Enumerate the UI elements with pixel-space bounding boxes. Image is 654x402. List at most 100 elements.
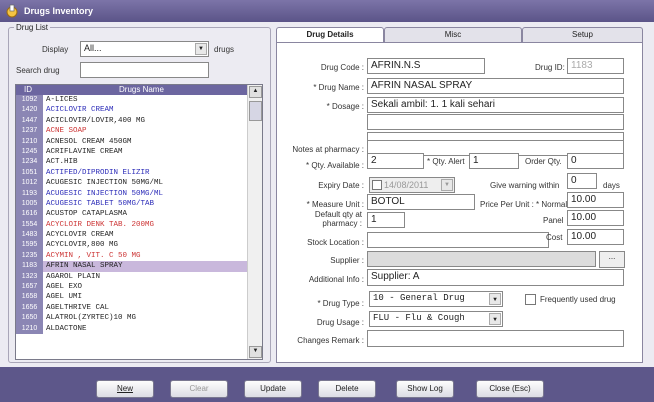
drugs-inventory-window: Drugs Inventory Drug List Display All...… — [0, 0, 654, 402]
display-select[interactable]: All... ▼ — [80, 41, 209, 57]
table-row[interactable]: 1554 ACYCLOIR DENK TAB. 200MG — [16, 219, 247, 231]
table-row[interactable]: 1193 ACUGESIC INJECTION 50MG/ML — [16, 188, 247, 199]
frequent-checkbox[interactable] — [525, 294, 536, 305]
update-button[interactable]: Update — [244, 380, 302, 398]
row-id: 1210 — [16, 136, 43, 147]
close-button-label: Close (Esc) — [489, 384, 531, 393]
price-panel-field[interactable]: 10.00 — [567, 210, 624, 226]
table-row[interactable]: 1245 ACRIFLAVINE CREAM — [16, 146, 247, 158]
row-id: 1554 — [16, 219, 43, 231]
stock-location-field[interactable] — [367, 232, 549, 248]
row-id: 1420 — [16, 105, 43, 116]
table-row[interactable]: 1595 ACYCLOVIR,800 MG — [16, 240, 247, 251]
table-row[interactable]: 1237 ACNE SOAP — [16, 126, 247, 137]
delete-button[interactable]: Delete — [318, 380, 376, 398]
measure-unit-field[interactable]: BOTOL — [367, 194, 475, 210]
give-warning-label: Give warning within — [490, 181, 560, 190]
additional-info-label: Additional Info : — [308, 275, 364, 284]
price-normal-field[interactable]: 10.00 — [567, 192, 624, 208]
cost-field[interactable]: 10.00 — [567, 229, 624, 245]
scroll-up-icon[interactable]: ▲ — [249, 86, 262, 98]
qty-available-label: * Qty. Available : — [306, 161, 364, 170]
column-id[interactable]: ID — [24, 85, 32, 94]
search-input[interactable] — [80, 62, 209, 78]
table-row[interactable]: 1483 ACYCLOVIR CREAM — [16, 230, 247, 241]
search-label: Search drug — [16, 66, 60, 75]
table-row[interactable]: 1183 AFRIN NASAL SPRAY — [16, 261, 247, 272]
row-id: 1210 — [16, 323, 43, 334]
table-row[interactable]: 1323 AGAROL PLAIN — [16, 271, 247, 283]
new-button-label: New — [116, 384, 133, 393]
display-value: All... — [84, 43, 102, 53]
row-drug-name: ACYMIN , VIT. C 50 MG — [46, 251, 141, 260]
table-scrollbar[interactable]: ▲ ▼ — [247, 85, 262, 359]
expiry-value: 14/08/2011 — [384, 180, 429, 190]
row-drug-name: ACNESOL CREAM 450GM — [46, 137, 132, 146]
table-row[interactable]: 1051 ACTIFED/DIPRODIN ELIZIR — [16, 167, 247, 179]
row-drug-name: ACYCLOVIR CREAM — [46, 231, 114, 240]
changes-remark-field[interactable] — [367, 330, 624, 347]
table-row[interactable]: 1234 ACT.HIB — [16, 157, 247, 168]
drug-usage-label: Drug Usage : — [316, 318, 364, 327]
table-row[interactable]: 1658 AGEL UMI — [16, 292, 247, 303]
stock-location-label: Stock Location : — [307, 238, 364, 247]
clear-button[interactable]: Clear — [170, 380, 228, 398]
additional-info-field[interactable]: Supplier: A — [367, 269, 624, 286]
show-log-button[interactable]: Show Log — [396, 380, 454, 398]
row-id: 1183 — [16, 261, 43, 272]
supplier-browse-button[interactable]: ... — [599, 251, 625, 268]
tab-drug-details[interactable]: Drug Details — [276, 27, 384, 43]
table-row[interactable]: 1657 AGEL EXO — [16, 282, 247, 293]
scroll-thumb[interactable] — [249, 101, 262, 121]
table-row[interactable]: 1005 ACUGESIC TABLET 50MG/TAB — [16, 198, 247, 210]
table-row[interactable]: 1092 A-LICES — [16, 95, 247, 106]
row-id: 1656 — [16, 302, 43, 314]
drug-type-select[interactable]: 10 - General Drug ▼ — [369, 291, 503, 307]
qty-available-field[interactable]: 2 — [367, 153, 424, 169]
tab-setup[interactable]: Setup — [522, 27, 643, 42]
notes-label: Notes at pharmacy : — [292, 145, 364, 154]
table-header: ID Drugs Name — [16, 85, 247, 95]
row-drug-name: ACT.HIB — [46, 158, 78, 167]
table-row[interactable]: 1447 ACICLOVIR/LOVIR,400 MG — [16, 115, 247, 127]
cost-label: Cost — [546, 233, 563, 242]
tab-misc[interactable]: Misc — [384, 27, 522, 42]
show-log-button-label: Show Log — [407, 384, 443, 393]
table-row[interactable]: 1210 ALDACTONE — [16, 323, 247, 334]
title-bar: Drugs Inventory — [0, 0, 654, 22]
close-button[interactable]: Close (Esc) — [476, 380, 544, 398]
table-row[interactable]: 1012 ACUGESIC INJECTION 50MG/ML — [16, 178, 247, 189]
row-drug-name: AGAROL PLAIN — [46, 272, 101, 281]
expiry-date-picker[interactable]: 14/08/2011 ▼ — [369, 177, 455, 193]
row-id: 1595 — [16, 240, 43, 251]
supplier-field[interactable] — [367, 251, 596, 267]
dosage-field-line2[interactable] — [367, 114, 624, 130]
table-row[interactable]: 1235 ACYMIN , VIT. C 50 MG — [16, 250, 247, 262]
row-drug-name: A-LICES — [46, 96, 78, 104]
order-qty-field[interactable]: 0 — [567, 153, 624, 169]
expiry-checkbox[interactable] — [372, 180, 382, 190]
drug-usage-select[interactable]: FLU - Flu & Cough ▼ — [369, 311, 503, 327]
drug-name-field[interactable]: AFRIN NASAL SPRAY — [367, 78, 624, 94]
drug-type-value: 10 - General Drug — [373, 293, 465, 303]
drug-code-field[interactable]: AFRIN.N.S — [367, 58, 485, 74]
scroll-down-icon[interactable]: ▼ — [249, 346, 262, 358]
column-drugs-name[interactable]: Drugs Name — [119, 85, 164, 94]
row-id: 1051 — [16, 167, 43, 179]
row-drug-name: AGELTHRIVE CAL — [46, 303, 110, 312]
default-qty-label: Default qty at pharmacy : — [314, 210, 362, 228]
row-drug-name: ACRIFLAVINE CREAM — [46, 147, 123, 156]
new-button[interactable]: New — [96, 380, 154, 398]
row-id: 1012 — [16, 178, 43, 189]
table-row[interactable]: 1616 ACUSTOP CATAPLASMA — [16, 209, 247, 220]
supplier-label: Supplier : — [330, 256, 364, 265]
table-row[interactable]: 1650 ALATROL(ZYRTEC)10 MG — [16, 313, 247, 324]
qty-alert-field[interactable]: 1 — [469, 153, 519, 169]
table-row[interactable]: 1420 ACICLOVIR CREAM — [16, 105, 247, 116]
default-qty-field[interactable]: 1 — [367, 212, 405, 228]
dosage-field[interactable]: Sekali ambil: 1. 1 kali sehari — [367, 97, 624, 113]
table-row[interactable]: 1210 ACNESOL CREAM 450GM — [16, 136, 247, 147]
table-row[interactable]: 1656 AGELTHRIVE CAL — [16, 302, 247, 314]
row-id: 1092 — [16, 95, 43, 106]
give-warning-field[interactable]: 0 — [567, 173, 597, 189]
